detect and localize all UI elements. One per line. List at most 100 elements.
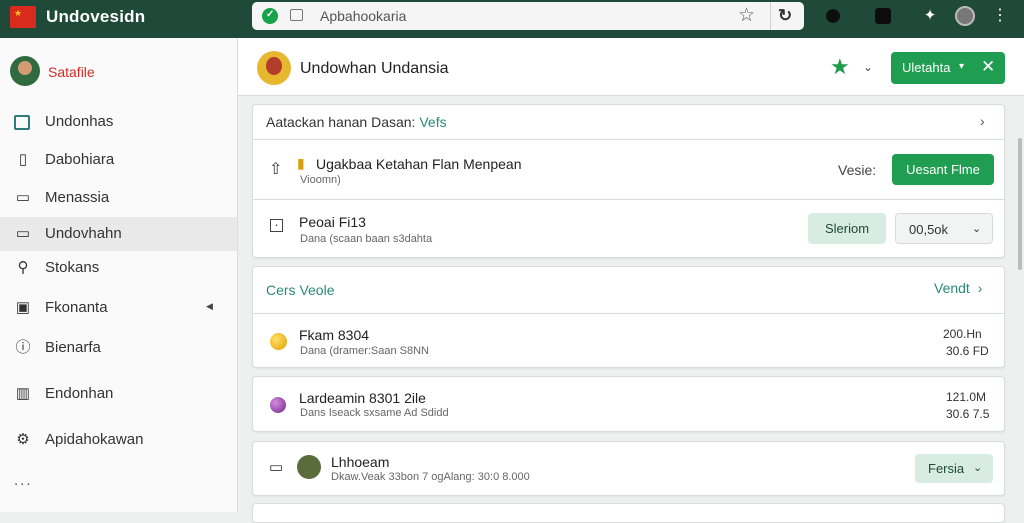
section-link[interactable]: Vendt › (934, 280, 982, 296)
row-secondary-button[interactable]: Sleriom (808, 213, 886, 244)
lock-icon: ▮ (297, 155, 305, 171)
profile-name[interactable]: Satafile (48, 64, 95, 80)
sidebar-item-label: Undonhas (45, 113, 114, 130)
monitor-icon: ▭ (269, 459, 284, 476)
list-item-card[interactable] (252, 503, 1005, 523)
row-title: Ugakbaa Ketahan Flan Menpean (316, 156, 522, 172)
amount-select-value: 00,5ok (909, 222, 949, 237)
expand-caret-icon[interactable]: ◀ (206, 301, 213, 312)
row-title: Lhhoeam (331, 454, 390, 470)
flag-icon (10, 6, 36, 28)
settings-icon: ⚙ (16, 431, 30, 448)
chevron-down-icon[interactable]: ▾ (959, 61, 964, 72)
info-square-icon: · (270, 218, 283, 232)
search-icon: ⚲ (17, 259, 29, 276)
sidebar-item-label: Stokans (45, 259, 100, 276)
close-icon[interactable]: ✕ (981, 57, 995, 77)
chevron-down-icon[interactable]: ⌄ (863, 60, 873, 74)
section-title: Aatackan hanan Dasan: Vefs (266, 114, 447, 130)
info-icon: ⓘ (15, 339, 31, 356)
row-subtitle: Dana (scaan baan s3dahta (300, 233, 433, 245)
row-primary-button[interactable]: Uesant Flme (892, 154, 994, 185)
dashboard-icon (14, 115, 30, 130)
sidebar-item-undonhas[interactable]: Undonhas (0, 105, 237, 139)
row-meta-date: 30.6 7.5 (946, 407, 990, 421)
sidebar-item-label: Fkonanta (45, 299, 108, 316)
sidebar-more[interactable]: ... (14, 472, 33, 489)
menu-icon[interactable]: ⋮ (992, 8, 1008, 24)
avatar (297, 455, 321, 479)
row-title: Fkam 8304 (299, 327, 370, 343)
sidebar-item-dabohiara[interactable]: ▯ Dabohiara (0, 143, 237, 177)
reload-icon[interactable]: ↻ (778, 6, 792, 26)
amount-select[interactable]: 00,5ok ⌄ (895, 213, 993, 244)
avatar[interactable] (257, 51, 291, 85)
columns-icon: ▥ (15, 385, 31, 402)
section-title: Cers Veole (266, 282, 335, 298)
row-subtitle: Vioomn) (300, 174, 341, 186)
sidebar-item-label: Dabohiara (45, 151, 115, 168)
status-icon (270, 333, 287, 350)
chevron-down-icon: ⌄ (973, 462, 983, 474)
cast-icon[interactable] (875, 8, 891, 24)
section-title-prefix: Aatackan hanan Dasan: (266, 114, 416, 130)
app-title: Undovesidn (46, 7, 146, 26)
sidebar-item-apidahokawan[interactable]: ⚙ Apidahokawan (0, 423, 237, 457)
sidebar-item-undovhahn[interactable]: ▭ Undovhahn (0, 217, 237, 251)
extension-icon[interactable] (826, 9, 840, 23)
list-item-card[interactable]: Lardeamin 8301 2ile Dans Iseack sxsame A… (252, 376, 1005, 432)
row-subtitle: Dans Iseack sxsame Ad Sdidd (300, 407, 449, 419)
status-icon (270, 397, 286, 413)
section-link-label[interactable]: Vendt (934, 280, 970, 296)
sidebar-item-label: Endonhan (45, 385, 114, 402)
folder-icon: ▭ (15, 225, 31, 242)
row-meta: Vesie: (838, 162, 877, 178)
address-divider (770, 2, 771, 30)
chevron-right-icon[interactable]: › (978, 280, 983, 296)
chevron-right-icon[interactable]: › (980, 113, 985, 129)
section-title-link[interactable]: Vefs (419, 114, 446, 130)
window-icon: ▣ (15, 299, 31, 316)
browser-toolbar: Undovesidn Apbahookaria ☆ ↻ ✦ ⋮ (0, 0, 1024, 38)
chevron-down-icon: ⌄ (972, 223, 982, 235)
shield-check-icon[interactable] (262, 8, 278, 24)
section-card: Aatackan hanan Dasan: Vefs › ⇧ ▮ Ugakbaa… (252, 104, 1005, 258)
page-title: Undowhan Undansia (300, 60, 449, 77)
divider (253, 313, 1004, 314)
page-header: Undowhan Undansia ★ ⌄ Uletahta ▾ ✕ (238, 38, 1024, 96)
row-subtitle: Dana (dramer:Saan S8NN (300, 345, 430, 357)
sidebar-item-label: Undovhahn (45, 225, 122, 242)
star-icon[interactable]: ★ (830, 54, 850, 80)
row-action-button[interactable]: Fersia ⌄ (915, 454, 993, 483)
sidebar-item-label: Apidahokawan (45, 431, 144, 448)
star-icon[interactable]: ☆ (738, 4, 755, 27)
sidebar-item-endonhan[interactable]: ▥ Endonhan (0, 377, 237, 411)
row-meta-size: 200.Hn (943, 327, 982, 341)
row-subtitle: Dkaw.Veak 33bon 7 ogAlang: 30:0 8.000 (331, 471, 530, 483)
sidebar-item-bienarfa[interactable]: ⓘ Bienarfa (0, 331, 237, 365)
sidebar-item-label: Bienarfa (45, 339, 101, 356)
list-item-card[interactable]: ▭ Lhhoeam Dkaw.Veak 33bon 7 ogAlang: 30:… (252, 441, 1005, 496)
sidebar-item-fkonanta[interactable]: ▣ Fkonanta ◀ (0, 291, 237, 325)
row-action-label: Fersia (928, 461, 965, 476)
chat-icon: ▭ (15, 189, 31, 206)
sidebar-item-label: Menassia (45, 189, 110, 206)
sidebar-item-stokans[interactable]: ⚲ Stokans (0, 251, 237, 285)
address-bar[interactable]: Apbahookaria ☆ ↻ (252, 2, 804, 30)
header-action-button[interactable]: Uletahta ▾ ✕ (891, 52, 1005, 84)
share-icon[interactable]: ⇧ (269, 159, 282, 179)
section-card: Cers Veole Vendt › Fkam 8304 Dana (drame… (252, 266, 1005, 368)
puzzle-icon[interactable]: ✦ (922, 8, 938, 24)
row-meta-size: 121.0M (946, 390, 987, 404)
row-meta-date: 30.6 FD (946, 344, 989, 358)
document-icon: ▯ (18, 151, 28, 168)
tab-icon[interactable] (290, 9, 303, 21)
row-title: Peoai Fi13 (299, 214, 366, 230)
divider (253, 139, 1004, 140)
header-action-label: Uletahta (902, 60, 951, 75)
address-url[interactable]: Apbahookaria (320, 8, 406, 24)
scrollbar[interactable] (1018, 138, 1022, 270)
avatar[interactable] (10, 56, 40, 86)
profile-icon[interactable] (955, 6, 975, 26)
sidebar-item-menassia[interactable]: ▭ Menassia (0, 181, 237, 215)
